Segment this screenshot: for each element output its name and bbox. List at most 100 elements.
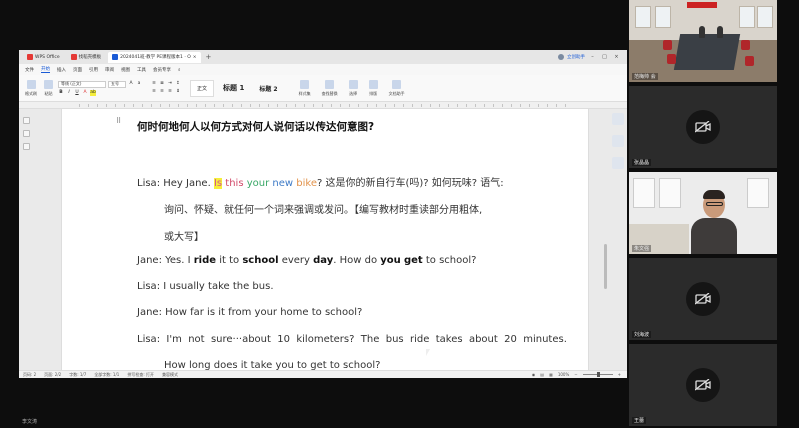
tab-document[interactable]: 2024041班·教学 PE课程版本1 · O × <box>108 51 201 63</box>
menu-member[interactable]: 会员专享 <box>153 67 171 73</box>
participant-tile-1[interactable]: 范梅帅 会 <box>629 0 777 82</box>
style-set-label: 样式集 <box>298 90 311 96</box>
zoom-slider[interactable] <box>582 372 613 377</box>
align-right-icon[interactable]: ≡ <box>167 89 173 95</box>
tab-templates[interactable]: 找稻壳模板 <box>67 52 106 63</box>
menu-file[interactable]: 文件 <box>25 67 34 73</box>
search-icon[interactable]: ⌕ <box>178 67 181 73</box>
page-view-icon[interactable]: ▤ <box>540 372 544 377</box>
italic-icon[interactable]: I <box>66 90 72 96</box>
style-heading-1[interactable]: 标题 1 <box>217 80 250 97</box>
font-color-icon[interactable]: A <box>82 90 88 96</box>
menu-review[interactable]: 审阅 <box>105 67 114 73</box>
find-icon <box>325 79 335 89</box>
menu-page[interactable]: 页面 <box>73 67 82 73</box>
comment-icon[interactable] <box>612 157 624 169</box>
user-name[interactable]: 立创助手 <box>567 54 585 60</box>
colored-word: your <box>243 178 270 189</box>
menu-references[interactable]: 引用 <box>89 67 98 73</box>
eye-icon[interactable]: ◉ <box>532 372 536 377</box>
doc-heading: 何时何地何人以何方式对何人说何话以传达何意图? <box>137 121 375 133</box>
style-set-button[interactable]: 样式集 <box>297 79 313 97</box>
vertical-scrollbar[interactable] <box>604 244 607 289</box>
zoom-value[interactable]: 100% <box>558 372 569 377</box>
colored-word: this <box>222 178 244 189</box>
style-normal[interactable]: 正文 <box>190 79 215 97</box>
menu-tools[interactable]: 工具 <box>137 67 146 73</box>
font-size-select[interactable]: 五号 <box>108 80 126 88</box>
maximize-icon[interactable]: □ <box>600 54 609 60</box>
paste-label: 粘贴 <box>44 90 53 96</box>
document-page[interactable]: ⠿ 何时何地何人以何方式对何人说何话以传达何意图? Lisa: Hey Jane… <box>61 109 589 370</box>
brush-icon <box>26 79 36 89</box>
conference-table <box>673 34 741 70</box>
web-view-icon[interactable]: ▦ <box>549 372 553 377</box>
host-name-label: 李文涛 <box>22 419 38 425</box>
clipboard-icon <box>44 79 53 89</box>
underline-icon[interactable]: U <box>74 90 80 96</box>
status-spell-check[interactable]: 拼写检查: 打开 <box>127 372 154 378</box>
status-pages[interactable]: 页面: 2/2 <box>44 372 61 378</box>
layout-button[interactable]: 排版 <box>367 79 380 97</box>
status-total-words[interactable]: 全部字数: 1/1 <box>94 372 119 378</box>
close-window-icon[interactable]: × <box>612 54 621 60</box>
outline-icon[interactable] <box>23 130 30 137</box>
status-words[interactable]: 字数: 1/7 <box>69 372 86 378</box>
participant-tile-4[interactable]: 刘海波 <box>629 258 777 340</box>
grow-font-icon[interactable]: A <box>128 81 134 87</box>
template-icon <box>70 54 77 60</box>
menu-insert[interactable]: 插入 <box>57 67 66 73</box>
horizontal-ruler[interactable] <box>19 102 627 109</box>
minimize-icon[interactable]: – <box>588 54 597 60</box>
paste-button[interactable]: 粘贴 <box>42 79 55 97</box>
indent-icon[interactable]: ⇥ <box>167 81 173 87</box>
banner <box>687 2 717 8</box>
colored-word: bike <box>293 178 317 189</box>
format-painter-label: 格式刷 <box>25 90 37 96</box>
assistant-icon <box>392 79 402 89</box>
text-run: every <box>278 255 314 266</box>
select-button[interactable]: 选择 <box>347 79 360 97</box>
menu-home[interactable]: 开始 <box>41 66 50 73</box>
select-label: 选择 <box>349 90 358 96</box>
bookmark-icon[interactable] <box>23 143 30 150</box>
doc-assistant-label: 文档助手 <box>388 90 405 96</box>
avatar[interactable] <box>558 54 564 60</box>
status-page[interactable]: 页码: 2 <box>23 372 36 378</box>
style-heading-2[interactable]: 标题 2 <box>253 80 283 97</box>
ai-assistant-icon[interactable] <box>612 113 624 125</box>
menu-view[interactable]: 视图 <box>121 67 130 73</box>
nav-pane-icon[interactable] <box>23 117 30 124</box>
align-center-icon[interactable]: ≡ <box>159 89 165 95</box>
participant-tile-3[interactable]: 朱文强 <box>629 172 777 254</box>
layout-label: 排版 <box>369 90 378 96</box>
participant-tile-2[interactable]: 张晶晶 <box>629 86 777 168</box>
shrink-font-icon[interactable]: a <box>136 81 142 87</box>
chinese-note: ? 这是你的新自行车(吗)? 如何玩味? 语气: <box>316 178 504 189</box>
bold-icon[interactable]: B <box>58 90 64 96</box>
close-icon[interactable]: × <box>193 55 197 60</box>
share-icon[interactable] <box>612 135 624 147</box>
zoom-slider-thumb[interactable] <box>596 372 600 377</box>
right-tool-bar <box>612 113 624 169</box>
line-spacing-icon[interactable]: ↨ <box>175 89 181 95</box>
find-replace-button[interactable]: 查找替换 <box>320 79 340 97</box>
new-tab-button[interactable]: + <box>206 53 212 61</box>
font-family-select[interactable]: 等线 (正文) <box>58 80 106 88</box>
highlight-icon[interactable]: ab <box>90 89 96 96</box>
tab-wps-home[interactable]: WPS Office <box>23 52 64 63</box>
doc-assistant-button[interactable]: 文档助手 <box>387 79 407 97</box>
bullet-list-icon[interactable]: ≡ <box>151 81 157 87</box>
bold-word: get <box>403 255 423 266</box>
sort-icon[interactable]: ↕ <box>175 81 181 87</box>
format-painter-button[interactable]: 格式刷 <box>23 79 39 97</box>
numbered-list-icon[interactable]: ≣ <box>159 81 165 87</box>
align-left-icon[interactable]: ≡ <box>151 89 157 95</box>
participant-tile-5[interactable]: 王蕾 <box>629 344 777 426</box>
zoom-in-icon[interactable]: + <box>618 372 621 377</box>
bold-word: ride <box>193 255 217 266</box>
zoom-out-icon[interactable]: − <box>574 372 577 377</box>
colored-word: new <box>269 178 294 189</box>
glasses-icon <box>706 202 723 206</box>
camera-off-icon <box>686 282 720 316</box>
